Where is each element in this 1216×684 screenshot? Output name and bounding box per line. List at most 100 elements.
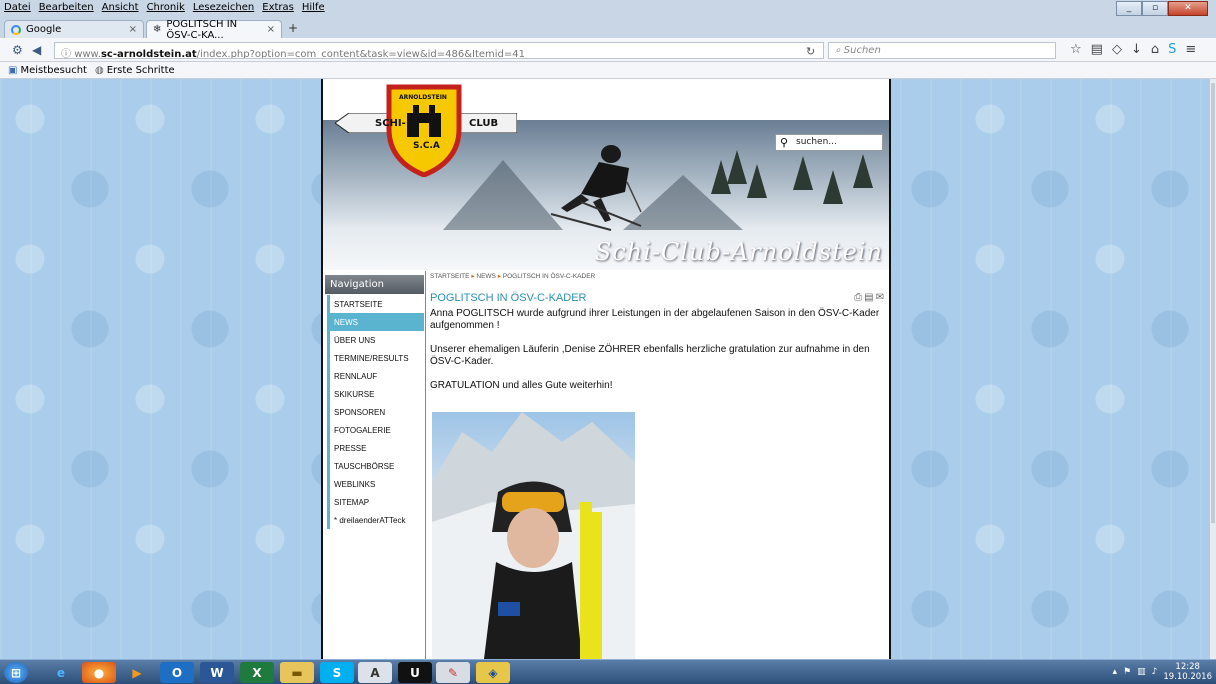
sidebar-item-news[interactable]: NEWS xyxy=(327,313,424,331)
sidebar-item-über-uns[interactable]: ÜBER UNS xyxy=(327,331,424,349)
media-player-icon[interactable]: ▶ xyxy=(120,662,154,683)
breadcrumb-current: POGLITSCH IN ÖSV-C-KADER xyxy=(502,273,596,280)
pdf-icon[interactable]: ⎙ xyxy=(854,292,862,303)
clock-time: 12:28 xyxy=(1175,662,1200,672)
menu-extras[interactable]: Extras xyxy=(262,2,294,13)
search-input[interactable]: ⌕ Suchen xyxy=(828,42,1056,59)
start-button-icon[interactable]: ⊞ xyxy=(4,662,28,683)
close-tab-icon[interactable]: × xyxy=(129,24,137,35)
maximize-button[interactable]: ▫ xyxy=(1142,1,1168,16)
volume-icon[interactable]: ♪ xyxy=(1152,667,1158,677)
menu-bearbeiten[interactable]: Bearbeiten xyxy=(39,2,94,13)
tree-shape xyxy=(747,164,767,198)
tray-expand-icon[interactable]: ▴ xyxy=(1112,667,1117,677)
tab-bar: Google × ❄ POGLITSCH IN ÖSV-C-KA... × + xyxy=(0,18,1216,41)
sidebar-item-startseite[interactable]: STARTSEITE xyxy=(327,295,424,313)
hamburger-menu-icon[interactable]: ≡ xyxy=(1185,42,1196,57)
paint-icon[interactable]: ✎ xyxy=(436,662,470,683)
sidebar-navigation: Navigation STARTSEITE NEWS ÜBER UNS TERMINE… xyxy=(325,275,424,529)
site-container: ⚲ suchen... Schi-Club-Arnoldstein SCHI- … xyxy=(321,79,891,659)
sidebar-item-dreilaenderatteck[interactable]: * dreilaenderATTeck xyxy=(327,511,424,529)
clock[interactable]: 12:28 19.10.2016 xyxy=(1163,662,1212,682)
logo-bottom-text: S.C.A xyxy=(413,141,440,151)
clock-date: 19.10.2016 xyxy=(1163,672,1212,682)
site-search-input[interactable]: ⚲ suchen... xyxy=(775,134,883,151)
column-divider xyxy=(425,271,426,659)
scrollbar-thumb[interactable] xyxy=(1211,83,1215,523)
info-icon[interactable]: ⓘ xyxy=(61,49,74,58)
sidebar-item-termine-results[interactable]: TERMINE/RESULTS xyxy=(327,349,424,367)
pocket-icon[interactable]: ◇ xyxy=(1112,42,1122,57)
banner-title: Schi-Club-Arnoldstein xyxy=(594,238,883,266)
file-explorer-icon[interactable]: ▬ xyxy=(280,662,314,683)
navigation-toolbar: ⚙ ◀ ⓘ www.sc-arnoldstein.at/index.php?op… xyxy=(0,38,1216,62)
bookmark-erste-schritte[interactable]: ◍ Erste Schritte xyxy=(95,65,175,76)
menu-bar: Datei Bearbeiten Ansicht Chronik Lesezei… xyxy=(4,2,325,13)
bookmark-star-icon[interactable]: ☆ xyxy=(1070,42,1082,57)
back-icon[interactable]: ◀ xyxy=(32,43,41,57)
title-bar: Datei Bearbeiten Ansicht Chronik Lesezei… xyxy=(0,0,1216,18)
sidebar-item-skikurse[interactable]: SKIKURSE xyxy=(327,385,424,403)
email-icon[interactable]: ✉ xyxy=(876,292,884,303)
reload-icon[interactable]: ↻ xyxy=(806,45,815,58)
nav-list: STARTSEITE NEWS ÜBER UNS TERMINE/RESULTS REN… xyxy=(325,295,424,529)
menu-hilfe[interactable]: Hilfe xyxy=(302,2,325,13)
word-icon[interactable]: W xyxy=(200,662,234,683)
skier-image xyxy=(550,145,642,231)
outlook-icon[interactable]: O xyxy=(160,662,194,683)
breadcrumb-startseite[interactable]: STARTSEITE xyxy=(430,273,470,280)
skype-icon[interactable]: S xyxy=(320,662,354,683)
firefox-icon[interactable]: ● xyxy=(82,662,116,683)
sidebar-item-presse[interactable]: PRESSE xyxy=(327,439,424,457)
skype-icon[interactable]: S xyxy=(1168,42,1176,57)
sidebar-item-fotogalerie[interactable]: FOTOGALERIE xyxy=(327,421,424,439)
url-prefix: www. xyxy=(74,49,101,59)
excel-icon[interactable]: X xyxy=(240,662,274,683)
bookmark-folder-icon: ▣ xyxy=(8,64,18,76)
article-photo xyxy=(432,412,635,659)
home-icon[interactable]: ⌂ xyxy=(1151,42,1159,57)
bookmarks-menu-icon[interactable]: ▤ xyxy=(1091,42,1103,57)
logo-top-text: ARNOLDSTEIN xyxy=(399,94,447,101)
sidebar-icon[interactable]: ⚙ xyxy=(12,43,23,57)
ultraedit-icon[interactable]: U xyxy=(398,662,432,683)
menu-ansicht[interactable]: Ansicht xyxy=(102,2,139,13)
sidebar-item-rennlauf[interactable]: RENNLAUF xyxy=(327,367,424,385)
breadcrumb-news[interactable]: NEWS xyxy=(476,273,496,280)
system-tray: ▴ ⚑ ▥ ♪ 12:28 19.10.2016 xyxy=(1112,662,1212,682)
print-icon[interactable]: ▤ xyxy=(864,292,873,303)
close-tab-icon[interactable]: × xyxy=(267,24,275,35)
article-paragraph: Unserer ehemaligen Läuferin ,Denise ZÖHR… xyxy=(430,344,870,367)
new-tab-button[interactable]: + xyxy=(288,21,298,35)
minimize-button[interactable]: _ xyxy=(1116,1,1142,16)
page-scrollbar[interactable] xyxy=(1210,79,1216,659)
tab-label: Google xyxy=(26,24,62,35)
main-content: STARTSEITE ▸ NEWS ▸ POGLITSCH IN ÖSV-C-K… xyxy=(430,272,888,392)
internet-explorer-icon[interactable]: e xyxy=(44,662,78,683)
globe-icon: ◍ xyxy=(94,64,104,76)
sidebar-item-sponsoren[interactable]: SPONSOREN xyxy=(327,403,424,421)
tab-google[interactable]: Google × xyxy=(4,20,144,38)
tree-shape xyxy=(793,156,813,190)
sidebar-item-sitemap[interactable]: SITEMAP xyxy=(327,493,424,511)
menu-lesezeichen[interactable]: Lesezeichen xyxy=(193,2,254,13)
sidebar-item-weblinks[interactable]: WEBLINKS xyxy=(327,475,424,493)
address-bar[interactable]: ⓘ www.sc-arnoldstein.at/index.php?option… xyxy=(54,42,824,59)
article-paragraph: Anna POGLITSCH wurde aufgrund ihrer Leis… xyxy=(430,308,880,331)
download-icon[interactable]: ↓ xyxy=(1131,42,1142,57)
close-window-button[interactable]: ✕ xyxy=(1168,1,1208,16)
network-icon[interactable]: ▥ xyxy=(1137,667,1146,677)
tab-poglitsch[interactable]: ❄ POGLITSCH IN ÖSV-C-KA... × xyxy=(146,19,282,41)
window-controls: _ ▫ ✕ xyxy=(1116,1,1208,16)
article-title: POGLITSCH IN ÖSV-C-KADER xyxy=(430,292,587,304)
menu-chronik[interactable]: Chronik xyxy=(147,2,185,13)
shield-icon[interactable]: ◈ xyxy=(476,662,510,683)
site-search-placeholder: suchen... xyxy=(796,137,837,147)
snowflake-icon: ❄ xyxy=(153,24,162,35)
menu-datei[interactable]: Datei xyxy=(4,2,31,13)
acrobat-icon[interactable]: A xyxy=(358,662,392,683)
bookmark-meistbesucht[interactable]: ▣ Meistbesucht xyxy=(8,65,87,76)
flag-icon[interactable]: ⚑ xyxy=(1123,667,1131,677)
sidebar-item-tauschbörse[interactable]: TAUSCHBÖRSE xyxy=(327,457,424,475)
breadcrumb: STARTSEITE ▸ NEWS ▸ POGLITSCH IN ÖSV-C-K… xyxy=(430,272,888,284)
